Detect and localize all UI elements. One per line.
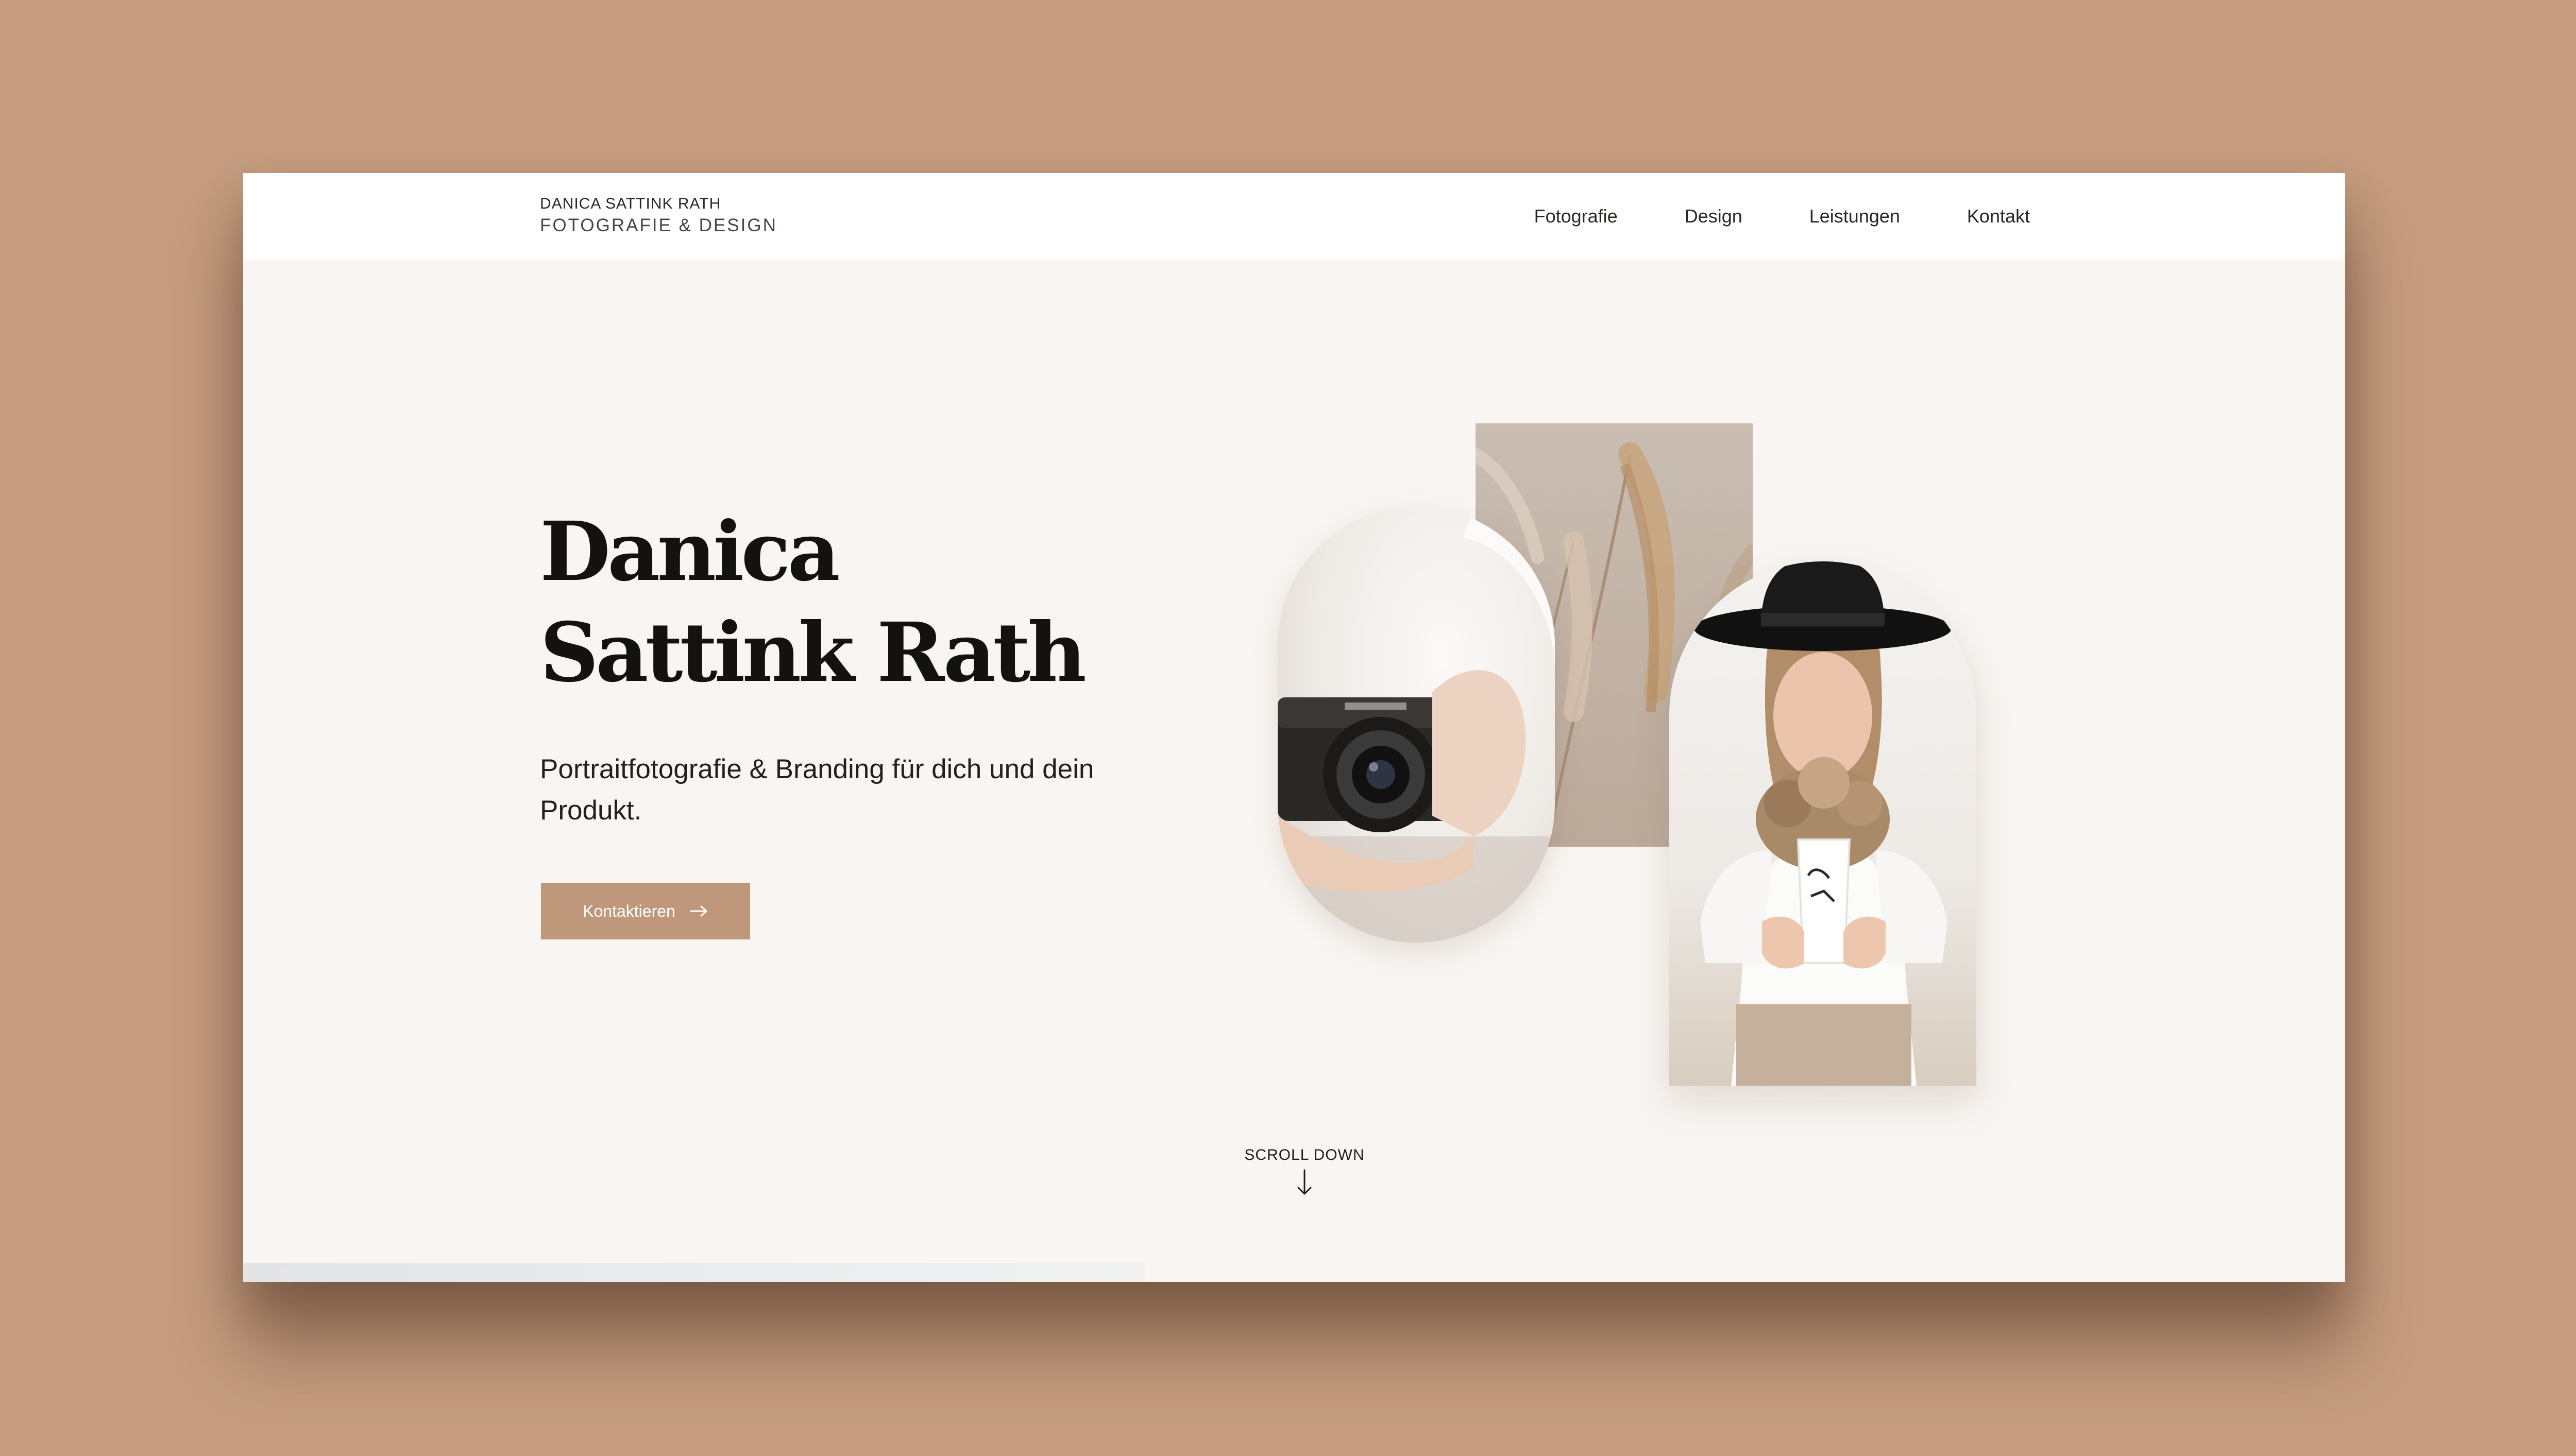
scroll-down-label: SCROLL DOWN bbox=[1244, 1146, 1365, 1163]
hero-title: Danica Sattink Rath bbox=[540, 502, 1087, 704]
browser-window: DANICA SATTINK RATH FOTOGRAFIE & DESIGN … bbox=[243, 173, 2345, 1282]
portrait-photo bbox=[1669, 561, 1976, 1086]
contact-button-label: Kontaktieren bbox=[583, 901, 675, 920]
site-header: DANICA SATTINK RATH FOTOGRAFIE & DESIGN … bbox=[243, 173, 2345, 260]
hero-title-line1: Danica bbox=[540, 504, 840, 599]
nav-item-kontakt[interactable]: Kontakt bbox=[1967, 205, 2030, 227]
scroll-down-indicator[interactable]: SCROLL DOWN bbox=[1217, 1146, 1392, 1200]
arrow-down-icon bbox=[1294, 1168, 1315, 1200]
camera-photo bbox=[1278, 507, 1555, 943]
hero-title-line2: Sattink Rath bbox=[540, 605, 1087, 700]
next-section-preview bbox=[243, 1263, 1145, 1282]
logo-name: DANICA SATTINK RATH bbox=[540, 195, 721, 212]
nav-item-design[interactable]: Design bbox=[1685, 205, 1742, 227]
logo[interactable]: DANICA SATTINK RATH FOTOGRAFIE & DESIGN bbox=[540, 194, 777, 237]
main-nav: Fotografie Design Leistungen Kontakt bbox=[1534, 173, 2030, 260]
hero-subtitle: Portraitfotografie & Branding für dich u… bbox=[540, 754, 1094, 826]
arrow-right-icon bbox=[690, 905, 708, 917]
nav-item-fotografie[interactable]: Fotografie bbox=[1534, 205, 1618, 227]
contact-button[interactable]: Kontaktieren bbox=[541, 883, 750, 939]
nav-item-leistungen[interactable]: Leistungen bbox=[1809, 205, 1900, 227]
logo-tagline: FOTOGRAFIE & DESIGN bbox=[540, 215, 777, 235]
